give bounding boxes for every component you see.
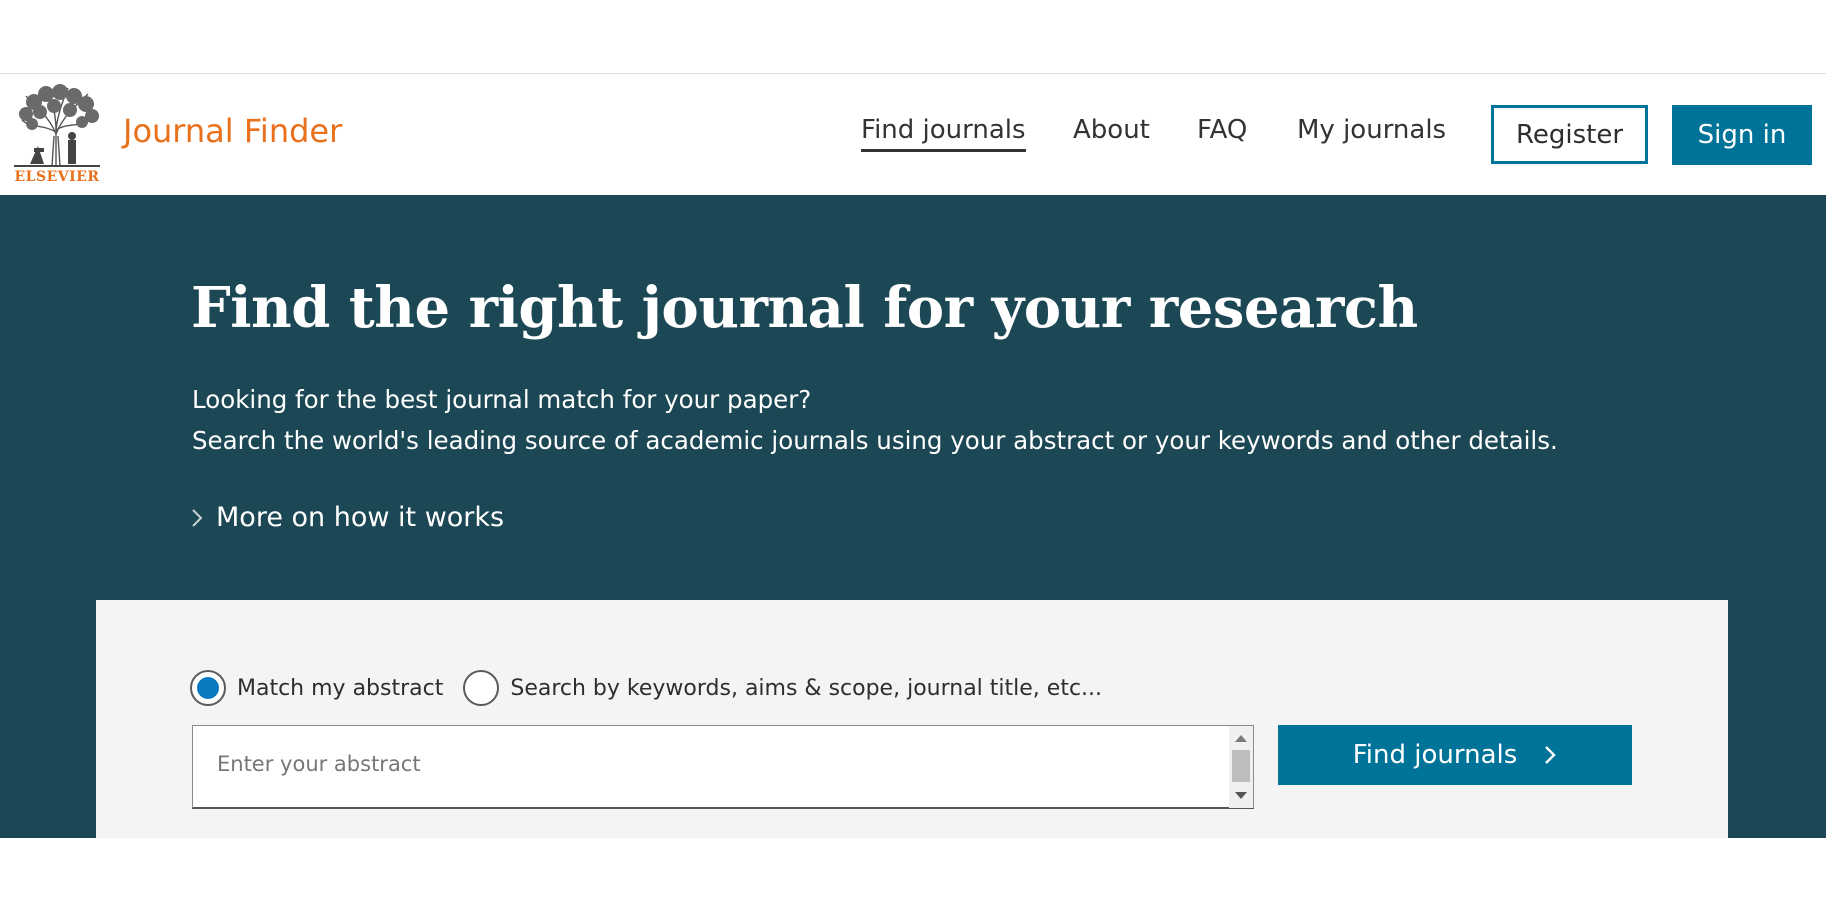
nav-my-journals[interactable]: My journals <box>1297 115 1446 145</box>
search-keywords-label[interactable]: Search by keywords, aims & scope, journa… <box>510 676 1102 701</box>
chevron-right-icon <box>192 508 203 527</box>
more-link-label: More on how it works <box>216 502 505 533</box>
hero-subtitle-line1: Looking for the best journal match for y… <box>192 385 812 414</box>
hero-section: Find the right journal for your research… <box>0 195 1826 838</box>
hero-title: Find the right journal for your research <box>191 275 1418 341</box>
abstract-field-container <box>192 725 1254 809</box>
nav-faq[interactable]: FAQ <box>1197 115 1247 145</box>
scroll-down-arrow-icon[interactable] <box>1235 792 1247 799</box>
radio-selected-dot <box>197 677 219 699</box>
tree-logo-icon <box>14 84 100 167</box>
find-journals-button[interactable]: Find journals <box>1278 725 1632 785</box>
chevron-right-icon <box>1545 746 1556 764</box>
elsevier-wordmark: ELSEVIER <box>14 169 100 185</box>
find-journals-button-label: Find journals <box>1352 740 1518 770</box>
match-abstract-radio[interactable] <box>190 670 226 706</box>
abstract-scrollbar[interactable] <box>1229 726 1253 808</box>
search-panel: Match my abstract Search by keywords, ai… <box>96 600 1728 838</box>
nav-about[interactable]: About <box>1073 115 1150 145</box>
elsevier-logo[interactable]: ELSEVIER <box>12 84 102 185</box>
match-abstract-label[interactable]: Match my abstract <box>237 676 443 701</box>
app-title[interactable]: Journal Finder <box>123 112 342 150</box>
browser-top-strip <box>0 0 1826 74</box>
search-keywords-radio[interactable] <box>463 670 500 706</box>
scroll-up-arrow-icon[interactable] <box>1235 735 1247 742</box>
more-on-how-it-works-link[interactable]: More on how it works <box>190 502 504 533</box>
sign-in-button[interactable]: Sign in <box>1672 105 1812 165</box>
hero-subtitle-line2: Search the world's leading source of aca… <box>192 426 1558 455</box>
site-header: ELSEVIER Journal Finder Find journals Ab… <box>0 75 1826 195</box>
scroll-thumb[interactable] <box>1232 750 1250 782</box>
abstract-input[interactable] <box>193 726 1229 808</box>
search-mode-options: Match my abstract Search by keywords, ai… <box>190 670 1122 706</box>
register-button[interactable]: Register <box>1491 105 1648 164</box>
nav-find-journals[interactable]: Find journals <box>861 115 1026 152</box>
